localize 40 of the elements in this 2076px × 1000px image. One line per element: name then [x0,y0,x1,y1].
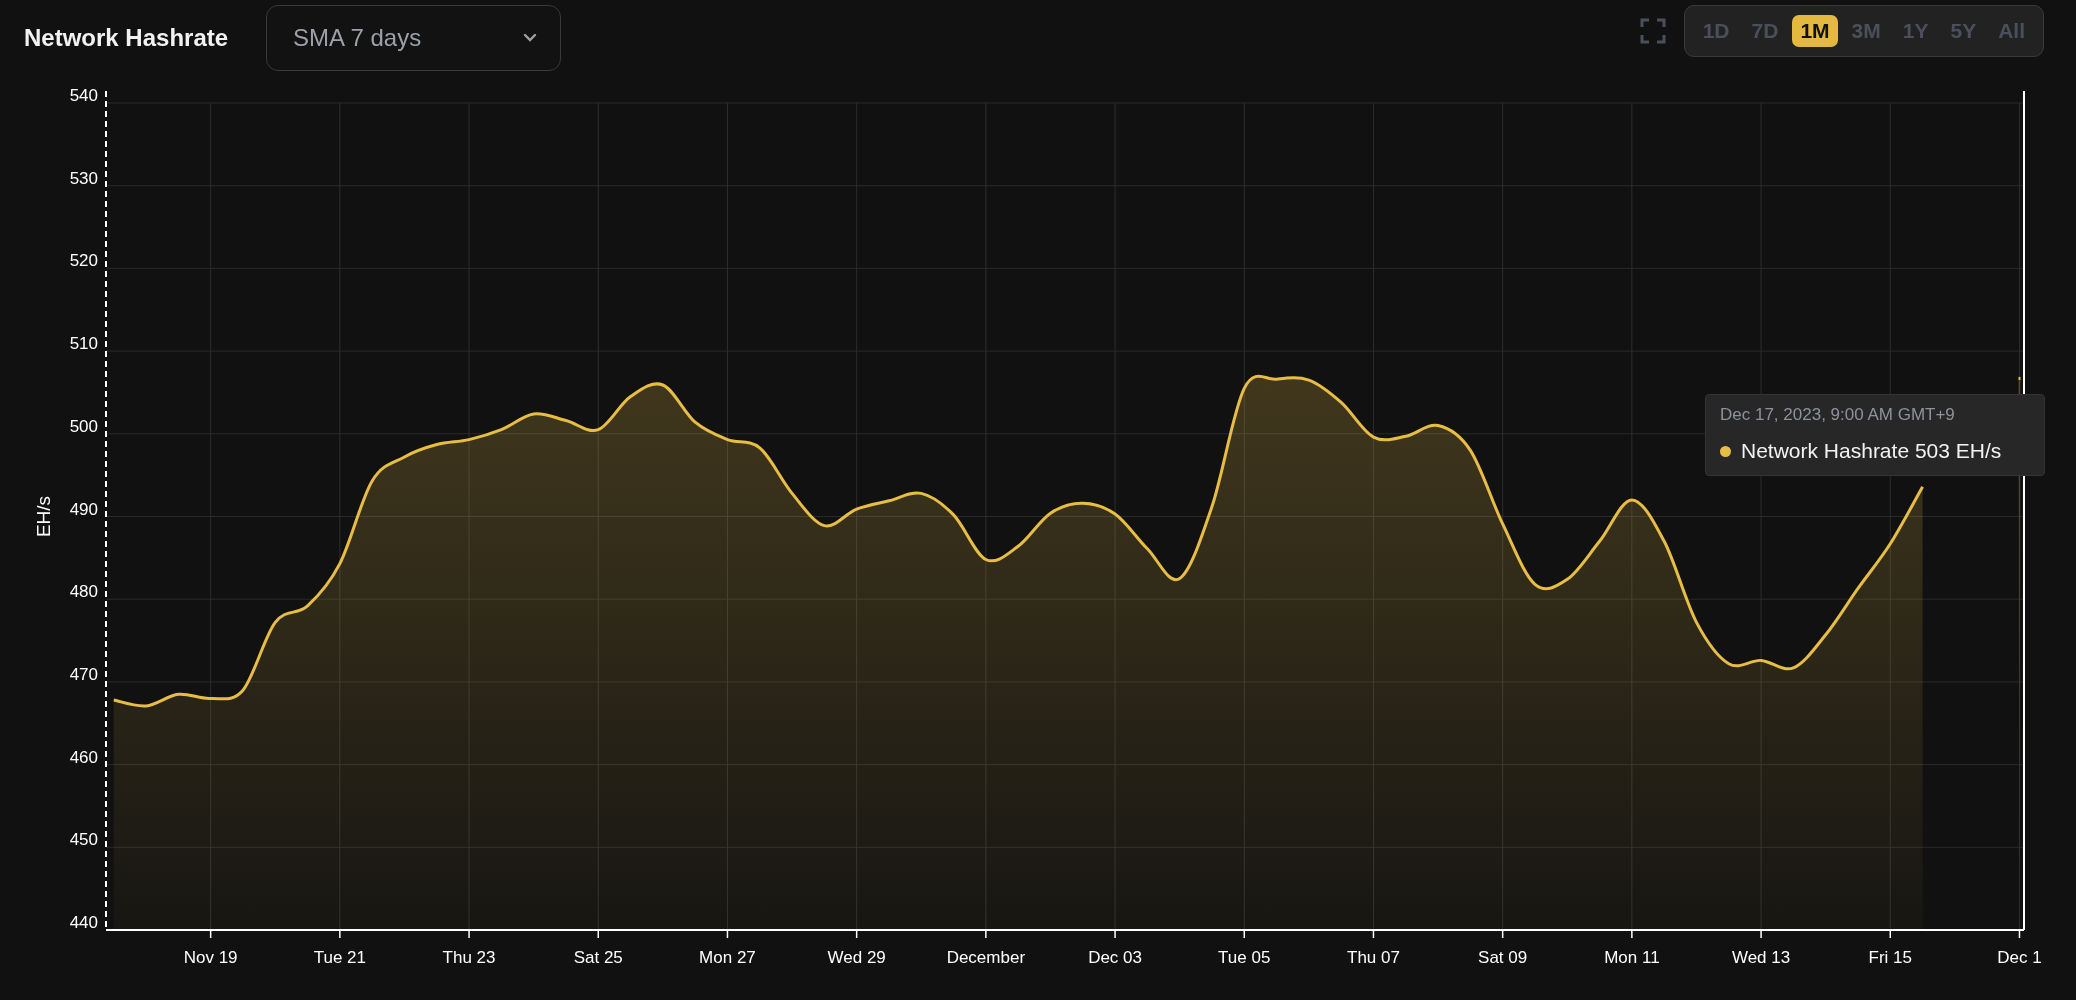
y-tick-label: 540 [69,86,98,105]
x-tick-label: Thu 07 [1347,948,1400,967]
tooltip-value: Network Hashrate 503 EH/s [1741,439,2002,463]
range-tab[interactable]: 5Y [1942,14,1985,47]
y-tick-label: 450 [69,830,98,850]
x-tick-label: Nov 19 [183,948,238,967]
x-tick-label: December [946,948,1026,967]
x-tick-label: Mon 27 [699,948,756,967]
fullscreen-icon[interactable] [1639,17,1666,44]
y-tick-label: 520 [69,251,98,271]
x-tick-label: Fri 15 [1868,948,1912,967]
y-tick-label: 460 [69,747,98,767]
range-tab[interactable]: 3M [1843,14,1889,47]
y-tick-label: 530 [69,168,98,188]
x-tick-label: Tue 05 [1218,948,1271,967]
y-tick-label: 500 [69,416,98,436]
x-tick-label: Sat 09 [1478,948,1528,967]
x-tick-label: Dec 1 [1997,948,2042,967]
range-tab[interactable]: 1D [1694,14,1738,47]
range-tab[interactable]: All [1990,14,2033,47]
y-tick-label: 440 [69,913,98,932]
y-tick-label: 490 [69,499,98,519]
chevron-down-icon [522,32,539,43]
range-tab[interactable]: 1Y [1894,14,1937,47]
x-tick-label: Tue 21 [313,948,366,967]
x-tick-label: Wed 13 [1731,948,1791,967]
x-tick-label: Thu 23 [442,948,496,967]
x-tick-label: Mon 11 [1604,948,1660,967]
y-axis-title: EH/s [33,495,54,538]
x-tick-label: Wed 29 [827,948,886,967]
x-tick-label: Dec 03 [1088,948,1142,967]
average-dropdown[interactable]: SMA 7 days [266,4,562,71]
range-tab[interactable]: 7D [1743,14,1787,47]
y-tick-label: 510 [69,334,98,354]
x-tick-label: Sat 25 [573,948,623,967]
y-tick-label: 470 [69,664,98,684]
y-tick-label: 480 [69,582,98,602]
tooltip-date: Dec 17, 2023, 9:00 AM GMT+9 [1720,405,1956,425]
range-tab[interactable]: 1M [1792,14,1838,47]
chart-title: Network Hashrate [24,23,229,52]
